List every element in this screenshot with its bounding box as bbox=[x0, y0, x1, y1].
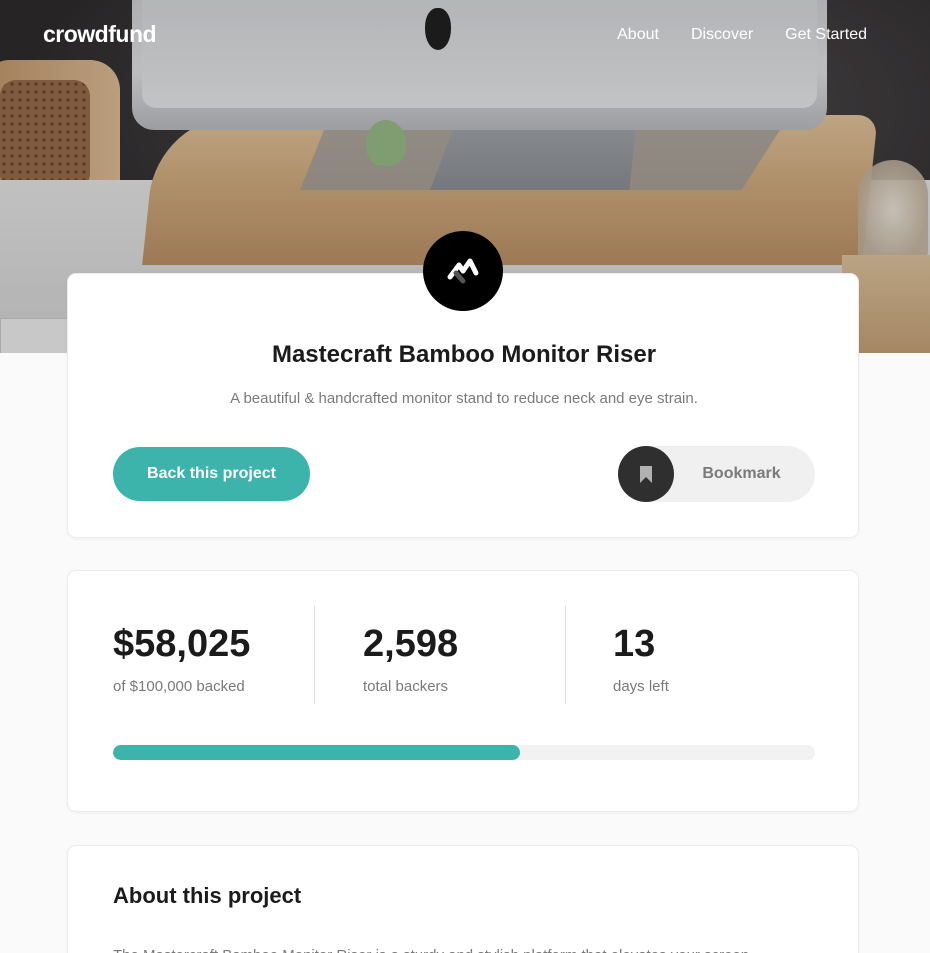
nav-link-get-started[interactable]: Get Started bbox=[785, 26, 867, 44]
backed-label: of $100,000 backed bbox=[113, 678, 245, 695]
about-text: The Mastercraft Bamboo Monitor Riser is … bbox=[113, 942, 813, 953]
about-card: About this project The Mastercraft Bambo… bbox=[67, 845, 859, 953]
funding-progress-bar bbox=[113, 745, 815, 760]
stat-backed: $58,025 of $100,000 backed bbox=[113, 616, 250, 695]
brand-logo[interactable]: crowdfund bbox=[43, 21, 157, 48]
backers-count: 2,598 bbox=[363, 623, 459, 665]
nav-link-about[interactable]: About bbox=[617, 26, 659, 44]
project-subtitle: A beautiful & handcrafted monitor stand … bbox=[230, 390, 698, 407]
mastercraft-logo-icon bbox=[423, 231, 503, 311]
top-nav: crowdfund About Discover Get Started bbox=[0, 0, 930, 80]
stat-backers: 2,598 total backers bbox=[363, 616, 458, 695]
stats-card: $58,025 of $100,000 backed 2,598 total b… bbox=[67, 570, 859, 812]
funding-progress-fill bbox=[113, 745, 521, 760]
project-title: Mastecraft Bamboo Monitor Riser bbox=[271, 341, 657, 368]
nav-link-discover[interactable]: Discover bbox=[691, 26, 753, 44]
days-label: days left bbox=[613, 678, 669, 695]
back-project-button[interactable]: Back this project bbox=[113, 447, 310, 501]
backed-amount: $58,025 bbox=[113, 623, 251, 665]
bookmark-icon bbox=[618, 446, 674, 502]
project-header-card: Mastecraft Bamboo Monitor Riser A beauti… bbox=[67, 273, 859, 538]
stat-divider bbox=[314, 606, 315, 704]
stat-days: 13 days left bbox=[613, 616, 669, 695]
bookmark-button[interactable]: Bookmark bbox=[618, 446, 815, 502]
stat-divider bbox=[565, 606, 566, 704]
backers-label: total backers bbox=[363, 678, 449, 695]
nav-links: About Discover Get Started bbox=[617, 26, 867, 44]
bookmark-label: Bookmark bbox=[702, 465, 781, 482]
about-title: About this project bbox=[113, 883, 302, 908]
days-count: 13 bbox=[613, 623, 656, 665]
